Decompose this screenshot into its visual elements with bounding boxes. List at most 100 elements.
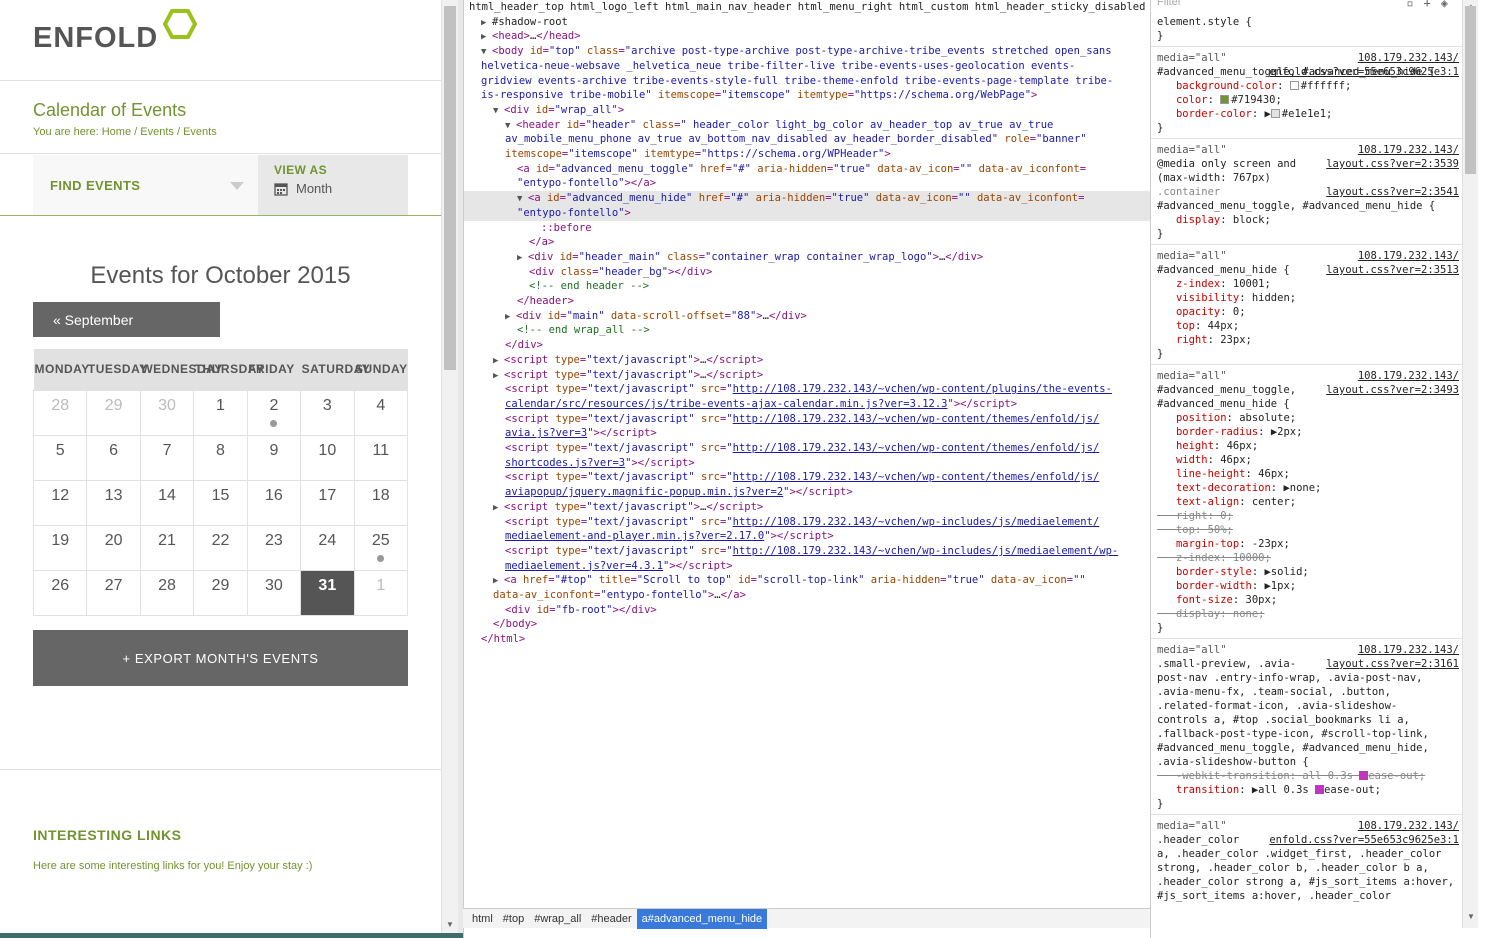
view-as-select[interactable]: VIEW AS Month [258,155,408,216]
styles-filter-input[interactable]: Filter [1157,0,1181,8]
calendar-day[interactable]: 22 [193,524,248,571]
style-source-link[interactable]: layout.css?ver=2:3541 [1326,185,1459,199]
dom-node-line[interactable]: aviapopup/jquery.magnific-popup.min.js?v… [464,485,1150,500]
style-selector[interactable]: .container [1157,185,1220,199]
style-property[interactable]: width: 46px; [1157,453,1252,467]
dom-node-line[interactable]: data-av_iconfont="entypo-fontello">…</a> [464,588,1150,603]
dom-node-line[interactable]: </body> [464,617,1150,632]
style-selector[interactable]: strong, .header_color b, .header_color b… [1157,861,1429,875]
style-source-link[interactable]: layout.css?ver=2:3539 [1326,157,1459,171]
dom-node-line[interactable]: <script type="text/javascript" src="http… [464,470,1150,485]
style-property[interactable]: background-color: #ffffff; [1157,79,1351,93]
breadcrumb-home[interactable]: Home [102,126,131,138]
dom-node-line[interactable]: ▶ #shadow-root [464,15,1150,30]
style-property[interactable]: border-radius: ▶2px; [1157,425,1302,439]
calendar-day[interactable]: 14 [139,479,195,526]
style-property[interactable]: height: 46px; [1157,439,1258,453]
style-source-link[interactable]: 108.179.232.143/ [1358,643,1459,657]
dom-node-line[interactable]: ▶ <head>…</head> [464,29,1150,44]
calendar-day[interactable]: 13 [86,479,141,526]
prev-month-button[interactable]: « September [33,302,220,337]
style-property[interactable]: visibility: hidden; [1157,291,1296,305]
calendar-day[interactable]: 27 [86,569,141,616]
dom-node-line[interactable]: </header> [464,294,1150,309]
calendar-day[interactable]: 23 [246,524,302,571]
style-selector[interactable]: a, .header_color .widget_first, .header_… [1157,847,1441,861]
dom-node-line[interactable]: <!-- end header --> [464,279,1150,294]
style-selector[interactable]: #advanced_menu_toggle, #advanced_menu_hi… [1157,199,1435,213]
dom-node-line[interactable]: <script type="text/javascript" src="http… [464,382,1150,397]
calendar-day[interactable]: 21 [139,524,195,571]
style-media-label[interactable]: media="all" [1157,143,1227,157]
style-selector[interactable]: .related-format-icon, .avia-slideshow- [1157,699,1397,713]
style-property[interactable]: opacity: 0; [1157,305,1246,319]
dom-breadcrumb-item[interactable]: #header [586,909,636,929]
style-property[interactable]: margin-top: -23px; [1157,537,1290,551]
style-selector[interactable]: #advanced_menu_toggle, #advanced_menu_hi… [1157,741,1429,755]
calendar-day[interactable]: 28 [32,389,88,436]
style-property[interactable]: display: none; [1157,607,1265,621]
dom-node-line[interactable]: avia.js?ver=3"></script> [464,426,1150,441]
style-property[interactable]: border-color: ▶ #e1e1e1; [1157,107,1332,121]
style-selector[interactable]: .header_color strong a, #js_sort_items a… [1157,875,1454,889]
style-property[interactable]: text-align: center; [1157,495,1296,509]
calendar-day[interactable]: 1 [353,569,409,616]
style-selector[interactable]: .header_color [1157,833,1239,847]
dom-node-line[interactable]: </div> [464,338,1150,353]
dom-breadcrumb-item[interactable]: #wrap_all [529,909,586,929]
calendar-day[interactable]: 30 [246,569,302,616]
style-source-link[interactable]: layout.css?ver=2:3493 [1326,383,1459,397]
dom-node-line[interactable]: mediaelement.js?ver=4.3.1"></script> [464,559,1150,574]
style-selector[interactable]: } [1157,121,1163,135]
style-selector[interactable]: #advanced_menu_hide { [1157,397,1290,411]
dom-node-line[interactable]: "entypo-fontello"></a> [464,176,1150,191]
calendar-day[interactable]: 29 [193,569,248,616]
style-selector[interactable]: } [1157,29,1163,43]
dom-node-line[interactable]: ▶ <a href="#top" title="Scroll to top" id… [464,573,1150,588]
find-events-toggle[interactable]: FIND EVENTS [33,155,258,216]
dom-node-line[interactable]: <script type="text/javascript" src="http… [464,544,1150,559]
style-property[interactable]: top: 44px; [1157,319,1239,333]
style-property[interactable]: text-decoration: ▶none; [1157,481,1321,495]
dom-node-line[interactable]: </a> [464,235,1150,250]
style-selector[interactable]: .small-preview, .avia- [1157,657,1296,671]
dom-node-line[interactable]: ▶ <script type="text/javascript">…</scrip… [464,368,1150,383]
style-property[interactable]: transition: ▶all 0.3s ease-out; [1157,783,1381,797]
dom-node-line[interactable]: <div class="header_bg"></div> [464,265,1150,280]
style-media-label[interactable]: media="all" [1157,643,1227,657]
site-logo[interactable]: ENFOLD [33,22,158,55]
style-source-link[interactable]: 108.179.232.143/ [1358,51,1459,65]
style-property[interactable]: color: #719430; [1157,93,1282,107]
style-selector[interactable]: .avia-slideshow-button { [1157,755,1309,769]
calendar-day[interactable]: 20 [86,524,141,571]
style-source-link[interactable]: 108.179.232.143/ [1358,249,1459,263]
dom-node-selected[interactable]: ▼ <a id="advanced_menu_hide" href="#" ari… [464,191,1150,207]
style-media-label[interactable]: media="all" [1157,51,1227,65]
calendar-day[interactable]: 4 [353,389,409,436]
style-source-link[interactable]: enfold.css?ver=55e653c9625e3:1 [1269,833,1459,847]
style-property[interactable]: -webkit-transition: all 0.3s ease-out; [1157,769,1425,783]
style-selector[interactable]: #advanced_menu_toggle, [1157,383,1296,397]
calendar-day[interactable]: 9 [246,434,302,481]
dom-node-line[interactable]: ▶ <div id="header_main" class="container_… [464,250,1150,265]
style-property[interactable]: top: 50%; [1157,523,1233,537]
calendar-day[interactable]: 28 [139,569,195,616]
calendar-day[interactable]: 7 [139,434,195,481]
calendar-day[interactable]: 15 [193,479,248,526]
dom-node-line[interactable]: <script type="text/javascript" src="http… [464,515,1150,530]
event-indicator-dot[interactable] [270,419,278,427]
style-property[interactable]: right: 23px; [1157,333,1252,347]
style-selector[interactable]: .fallback-post-type-icon, #scroll-top-li… [1157,727,1429,741]
calendar-day[interactable]: 1 [193,389,248,436]
dom-node-selected[interactable]: "entypo-fontello"> [464,205,1150,221]
dom-node-line[interactable]: mediaelement-and-player.min.js?ver=2.17.… [464,529,1150,544]
style-property[interactable]: border-width: ▶1px; [1157,579,1296,593]
scrollbar-thumb[interactable] [1465,6,1476,174]
style-selector[interactable]: .avia-menu-fx, .team-social, .button, [1157,685,1391,699]
style-selector[interactable]: #js_sort_items a:hover, .header_color [1157,889,1391,903]
style-source-link[interactable]: layout.css?ver=2:3161 [1326,657,1459,671]
dom-node-line[interactable]: html_header_top html_logo_left html_main… [464,0,1150,15]
calendar-day[interactable]: 24 [300,524,355,571]
calendar-day[interactable]: 30 [139,389,195,436]
style-selector[interactable]: element.style { [1157,15,1252,29]
